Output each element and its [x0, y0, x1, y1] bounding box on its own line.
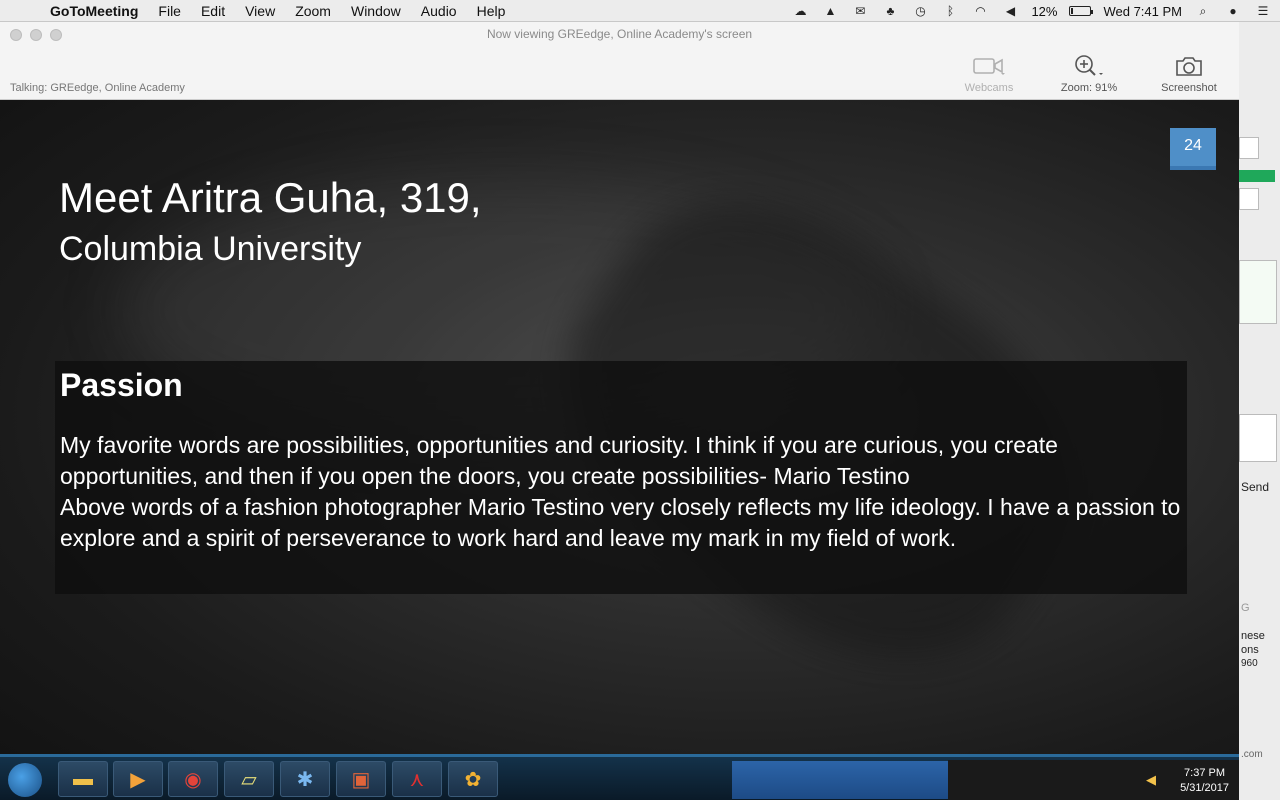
notes-icon[interactable]: ▱: [224, 761, 274, 797]
siri-icon[interactable]: ●: [1224, 4, 1242, 18]
zoom-in-icon: [1039, 52, 1139, 80]
bg-fragment-2: ons: [1241, 644, 1259, 656]
battery-icon[interactable]: [1069, 6, 1094, 16]
status-area: ☁ ▲ ✉ ♣ ◷ ᛒ ◠ ◀ 12% Wed 7:41 PM ⌕ ● ☰: [791, 0, 1272, 22]
taskbar-highlight: [732, 761, 948, 799]
menu-view[interactable]: View: [235, 0, 285, 22]
tray-time: 7:37 PM: [1184, 767, 1226, 779]
window-title: Now viewing GREedge, Online Academy's sc…: [486, 27, 753, 41]
passion-heading: Passion: [60, 367, 183, 403]
battery-fill: [1071, 8, 1074, 14]
camera-icon: [1139, 52, 1239, 80]
wifi-icon[interactable]: ◠: [971, 4, 989, 18]
bg-fragment-1: nese: [1241, 630, 1265, 642]
snowflake-app-icon[interactable]: ✱: [280, 761, 330, 797]
menu-zoom[interactable]: Zoom: [285, 0, 341, 22]
powerpoint-icon[interactable]: ▣: [336, 761, 386, 797]
gotomeeting-viewer-window: Now viewing GREedge, Online Academy's sc…: [0, 22, 1239, 800]
bg-fragment-3: 960: [1241, 658, 1258, 669]
menu-file[interactable]: File: [148, 0, 191, 22]
viewer-toolbar: Webcams Zoom: 91% Screenshot: [939, 52, 1239, 94]
webcams-button[interactable]: Webcams: [939, 52, 1039, 94]
shared-screen[interactable]: 24 Meet Aritra Guha, 319, Columbia Unive…: [0, 100, 1239, 800]
tray-clock[interactable]: 7:37 PM 5/31/2017: [1180, 766, 1229, 796]
slide-subtitle: Columbia University: [59, 230, 362, 268]
acrobat-icon[interactable]: ⋏: [392, 761, 442, 797]
system-tray: ◀ 7:37 PM 5/31/2017: [948, 760, 1239, 800]
spotlight-search-icon[interactable]: ⌕: [1194, 4, 1212, 18]
menu-audio[interactable]: Audio: [411, 0, 467, 22]
remote-windows-taskbar: ▬ ▶ ◉ ▱ ✱ ▣ ⋏ ✿ ◀ 7:37 PM 5/31/2017: [0, 754, 1239, 800]
webcam-icon: [939, 52, 1039, 80]
drive-icon[interactable]: ▲: [821, 4, 839, 18]
bg-fragment-g: G: [1241, 602, 1250, 614]
passion-reflection: Above words of a fashion photographer Ma…: [60, 494, 1181, 551]
screenshot-button[interactable]: Screenshot: [1139, 52, 1239, 94]
bg-stepper-2[interactable]: [1239, 188, 1259, 210]
volume-icon[interactable]: ◀: [1001, 4, 1019, 18]
screenshot-label: Screenshot: [1161, 82, 1217, 94]
webcams-label: Webcams: [964, 82, 1014, 94]
speaker-icon[interactable]: ◀: [1146, 772, 1156, 788]
mac-menu-bar: GoToMeeting File Edit View Zoom Window A…: [0, 0, 1280, 22]
evernote-icon[interactable]: ♣: [881, 4, 899, 18]
media-player-icon[interactable]: ▶: [113, 761, 163, 797]
menu-edit[interactable]: Edit: [191, 0, 235, 22]
zoom-button[interactable]: Zoom: 91%: [1039, 52, 1139, 94]
notification-center-icon[interactable]: ☰: [1254, 4, 1272, 18]
menu-window[interactable]: Window: [341, 0, 411, 22]
flower-app-icon[interactable]: ✿: [448, 761, 498, 797]
file-explorer-icon[interactable]: ▬: [58, 761, 108, 797]
chrome-icon[interactable]: ◉: [168, 761, 218, 797]
background-window: Send G nese ons 960 .com: [1239, 22, 1280, 800]
tray-date: 5/31/2017: [1180, 782, 1229, 794]
bluetooth-icon[interactable]: ᛒ: [941, 4, 959, 18]
talking-indicator: Talking: GREedge, Online Academy: [10, 82, 185, 94]
slide-title: Meet Aritra Guha, 319,: [59, 174, 482, 221]
window-titlebar: Now viewing GREedge, Online Academy's sc…: [0, 22, 1239, 100]
creative-cloud-icon[interactable]: ☁: [791, 4, 809, 18]
time-machine-icon[interactable]: ◷: [911, 4, 929, 18]
bg-green-bar: [1239, 170, 1275, 182]
bg-stepper-1[interactable]: [1239, 137, 1259, 159]
bg-panel: [1239, 260, 1277, 324]
passion-quote: My favorite words are possibilities, opp…: [60, 432, 1058, 489]
menu-clock[interactable]: Wed 7:41 PM: [1103, 4, 1182, 19]
bg-send-label[interactable]: Send: [1241, 480, 1269, 494]
slide-number-badge: 24: [1170, 128, 1216, 170]
bg-fragment-4: .com: [1241, 749, 1263, 760]
windows-start-button[interactable]: [8, 763, 42, 797]
menu-app-name[interactable]: GoToMeeting: [40, 0, 148, 22]
passion-body: My favorite words are possibilities, opp…: [60, 430, 1182, 554]
bg-textbox[interactable]: [1239, 414, 1277, 462]
menu-help[interactable]: Help: [467, 0, 516, 22]
messages-icon[interactable]: ✉: [851, 4, 869, 18]
zoom-level-label: Zoom: 91%: [1060, 82, 1118, 94]
passion-text-box: Passion My favorite words are possibilit…: [55, 361, 1187, 594]
battery-percent[interactable]: 12%: [1031, 4, 1057, 19]
